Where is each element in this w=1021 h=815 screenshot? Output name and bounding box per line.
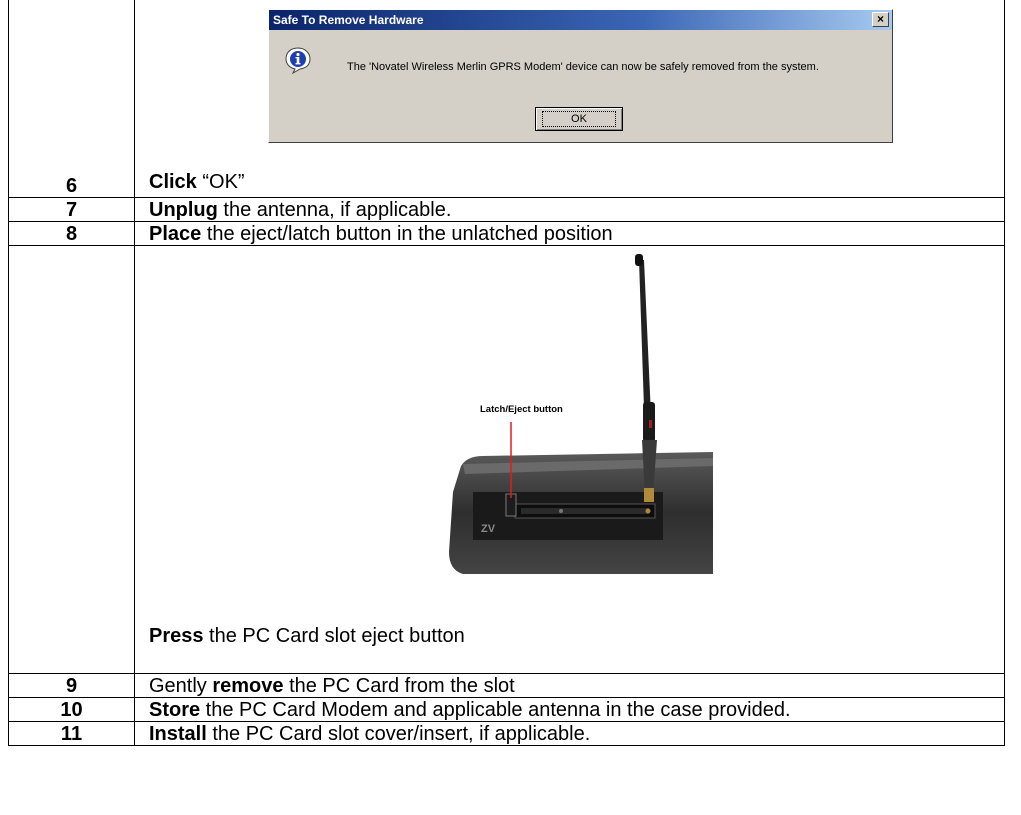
table-row: 7 Unplug the antenna, if applicable.	[8, 197, 1005, 222]
step-cell: ZV Latch/Eject button Press the PC Card …	[134, 245, 1005, 674]
step-prefix: Gently	[149, 674, 213, 697]
step-number: 7	[8, 197, 135, 222]
dialog-titlebar: Safe To Remove Hardware ×	[269, 10, 892, 30]
step-cell: Install the PC Card slot cover/insert, i…	[134, 721, 1005, 746]
step-number: 6	[8, 0, 135, 198]
step-cell: Safe To Remove Hardware × The 'Novatel W…	[134, 0, 1005, 198]
table-row: 6 Safe To Remove Hardware × The 'Novatel…	[8, 0, 1005, 198]
step-action: Unplug	[149, 198, 218, 221]
step-instruction: Press the PC Card slot eject button	[149, 625, 990, 647]
step-action: Press	[149, 625, 204, 647]
step-number: 9	[8, 673, 135, 698]
step-detail: the antenna, if applicable.	[217, 198, 452, 221]
table-row: ZV Latch/Eject button Press the PC Card …	[8, 245, 1005, 674]
step-action: Click	[149, 171, 203, 193]
step-number: 10	[8, 697, 135, 722]
dialog-title: Safe To Remove Hardware	[273, 13, 424, 27]
table-row: 8 Place the eject/latch button in the un…	[8, 221, 1005, 246]
ok-button[interactable]: OK	[535, 107, 623, 131]
step-detail: the PC Card slot cover/insert, if applic…	[206, 722, 591, 745]
step-action: Store	[149, 698, 201, 721]
table-row: 11 Install the PC Card slot cover/insert…	[8, 721, 1005, 746]
step-detail: the PC Card Modem and applicable antenna…	[200, 698, 791, 721]
step-number	[8, 245, 135, 674]
table-row: 10 Store the PC Card Modem and applicabl…	[8, 697, 1005, 722]
pc-card-photo: ZV Latch/Eject button	[449, 254, 713, 574]
step-action: Install	[149, 722, 207, 745]
step-action: Place	[149, 222, 202, 245]
instructions-table: 6 Safe To Remove Hardware × The 'Novatel…	[8, 0, 1005, 746]
case-mark: ZV	[481, 523, 496, 535]
step-detail: the PC Card from the slot	[283, 674, 515, 697]
step-action: remove	[212, 674, 284, 697]
step-detail: the PC Card slot eject button	[203, 625, 465, 647]
close-icon[interactable]: ×	[872, 12, 889, 27]
document-page: 6 Safe To Remove Hardware × The 'Novatel…	[0, 0, 1021, 815]
callout-label: Latch/Eject button	[480, 404, 563, 415]
step-detail: “OK”	[202, 171, 245, 193]
step-cell: Gently remove the PC Card from the slot	[134, 673, 1005, 698]
safe-remove-dialog: Safe To Remove Hardware × The 'Novatel W…	[268, 9, 893, 143]
step-cell: Place the eject/latch button in the unla…	[134, 221, 1005, 246]
step-cell: Store the PC Card Modem and applicable a…	[134, 697, 1005, 722]
table-row: 9 Gently remove the PC Card from the slo…	[8, 673, 1005, 698]
step-detail: the eject/latch button in the unlatched …	[201, 222, 613, 245]
info-icon	[285, 47, 311, 74]
dialog-message: The 'Novatel Wireless Merlin GPRS Modem'…	[347, 61, 819, 73]
step-instruction: Click “OK”	[149, 171, 990, 193]
step-cell: Unplug the antenna, if applicable.	[134, 197, 1005, 222]
step-number: 11	[8, 721, 135, 746]
step-number: 8	[8, 221, 135, 246]
ok-button-label: OK	[542, 111, 616, 127]
